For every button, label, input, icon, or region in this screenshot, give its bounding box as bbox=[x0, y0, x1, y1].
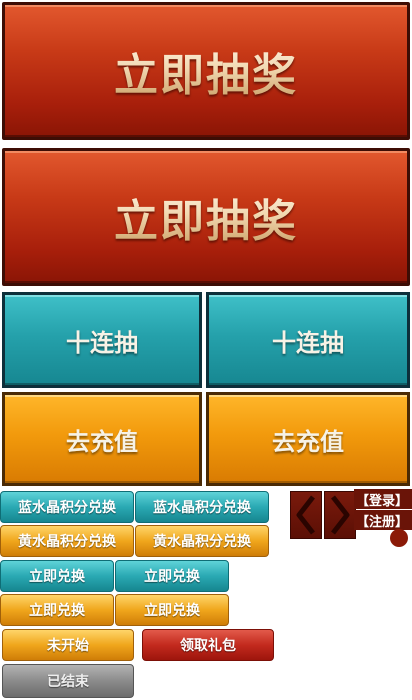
ten-draw-button[interactable]: 十连抽 bbox=[206, 292, 410, 388]
chevron-right-icon bbox=[331, 495, 350, 535]
ended-button[interactable]: 已结束 bbox=[2, 664, 134, 698]
yellow-crystal-exchange-button[interactable]: 黄水晶积分兑换 bbox=[0, 525, 134, 557]
chevron-left-icon bbox=[296, 495, 315, 535]
redeem-button[interactable]: 立即兑换 bbox=[115, 560, 229, 592]
draw-button-label: 立即抽奖 bbox=[114, 185, 298, 249]
yellow-crystal-exchange-button[interactable]: 黄水晶积分兑换 bbox=[135, 525, 269, 557]
not-started-button[interactable]: 未开始 bbox=[2, 629, 134, 661]
ten-draw-label: 十连抽 bbox=[272, 328, 344, 357]
recharge-label: 去充值 bbox=[272, 427, 344, 456]
draw-button[interactable]: 立即抽奖 bbox=[2, 148, 410, 286]
draw-button-label: 立即抽奖 bbox=[114, 39, 298, 103]
redeem-button[interactable]: 立即兑换 bbox=[0, 560, 114, 592]
redeem-button[interactable]: 立即兑换 bbox=[115, 594, 229, 626]
login-link[interactable]: 【登录】 bbox=[354, 489, 412, 509]
draw-button[interactable]: 立即抽奖 bbox=[2, 2, 410, 140]
recharge-label: 去充值 bbox=[66, 427, 138, 456]
recharge-button[interactable]: 去充值 bbox=[206, 392, 410, 486]
redeem-button[interactable]: 立即兑换 bbox=[0, 594, 114, 626]
blue-crystal-exchange-button[interactable]: 蓝水晶积分兑换 bbox=[135, 491, 269, 523]
register-link[interactable]: 【注册】 bbox=[354, 510, 412, 530]
recharge-button[interactable]: 去充值 bbox=[2, 392, 202, 486]
ten-draw-label: 十连抽 bbox=[66, 328, 138, 357]
claim-gift-button[interactable]: 领取礼包 bbox=[142, 629, 274, 661]
blue-crystal-exchange-button[interactable]: 蓝水晶积分兑换 bbox=[0, 491, 134, 523]
ten-draw-button[interactable]: 十连抽 bbox=[2, 292, 202, 388]
prev-button[interactable] bbox=[290, 491, 322, 539]
next-button[interactable] bbox=[324, 491, 356, 539]
red-dot-indicator bbox=[390, 529, 408, 547]
